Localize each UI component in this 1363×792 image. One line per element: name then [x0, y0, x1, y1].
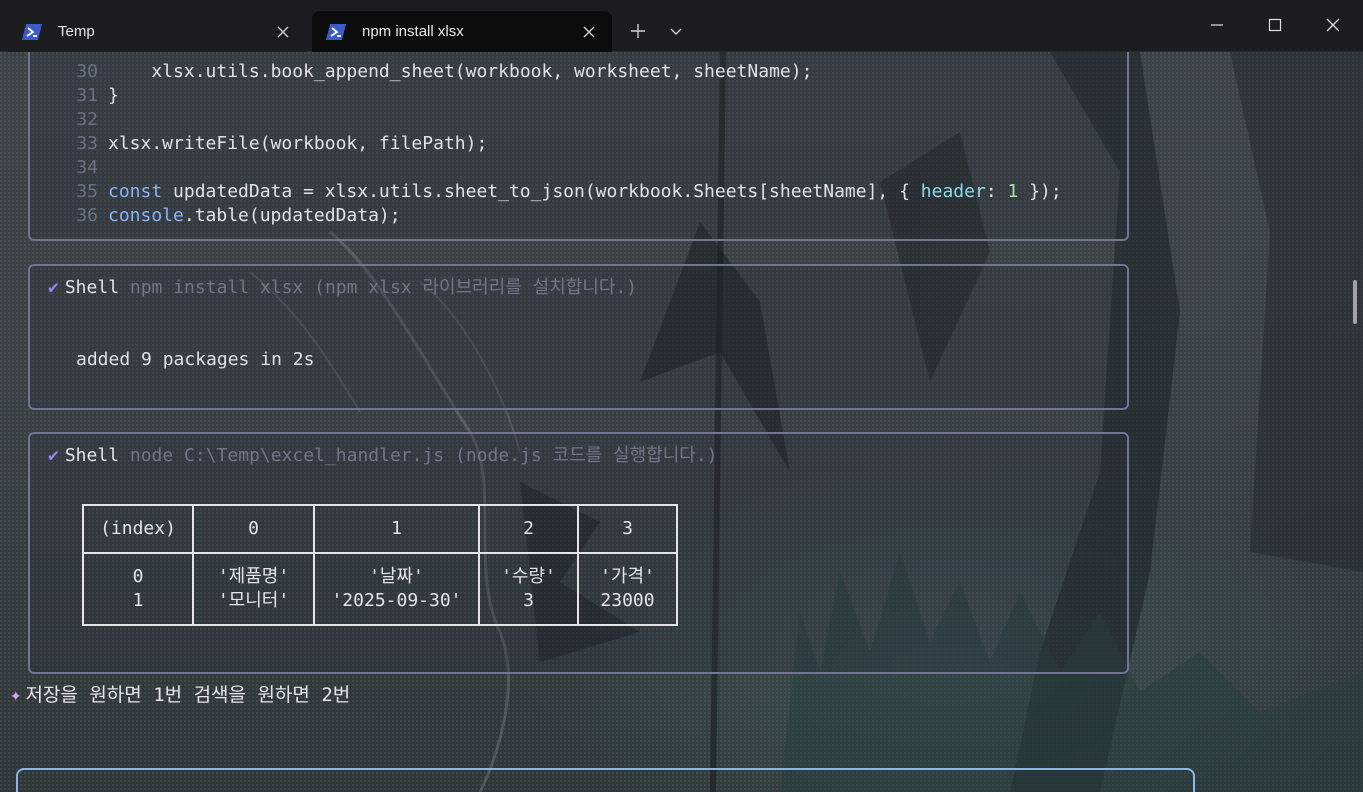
- chevron-down-icon: [670, 28, 682, 35]
- maximize-icon: [1268, 18, 1282, 32]
- code-line: 36 console.table(updatedData);: [76, 205, 401, 226]
- table-cell: '날짜' '2025-09-30': [313, 552, 480, 626]
- code-line: 35 const updatedData = xlsx.utils.sheet_t…: [76, 181, 1062, 202]
- assistant-message: ✦ 저장을 원하면 1번 검색을 원하면 2번: [10, 684, 351, 706]
- tab-label: Temp: [58, 23, 95, 40]
- table-header-row: (index) 0 1 2 3: [82, 504, 678, 554]
- powershell-icon: [22, 23, 42, 40]
- powershell-icon: [326, 23, 346, 40]
- tab-npm-install[interactable]: npm install xlsx: [312, 11, 612, 52]
- table-cell: 01: [82, 552, 194, 626]
- minimize-icon: [1211, 24, 1223, 26]
- checkmark-icon: ✔: [48, 445, 59, 466]
- close-window-button[interactable]: [1304, 0, 1362, 50]
- console-table: (index) 0 1 2 3 01 '제품명' '모니터' '날짜' '2025-…: [82, 504, 678, 626]
- shell-header: ✔ Shell npm install xlsx (npm xlsx 라이브러리를…: [48, 277, 638, 298]
- terminal-pane[interactable]: 30 xlsx.utils.book_append_sheet(workbook…: [0, 52, 1363, 792]
- code-line: 33 xlsx.writeFile(workbook, filePath);: [76, 133, 488, 154]
- code-line: 32: [76, 109, 98, 130]
- table-cell: '가격' 23000: [577, 552, 678, 626]
- shell-output-text: added 9 packages in 2s: [76, 349, 315, 370]
- table-header-cell: 0: [192, 504, 315, 554]
- table-body: 01 '제품명' '모니터' '날짜' '2025-09-30' '수량' 3 '가격…: [82, 552, 678, 626]
- code-line: 30 xlsx.utils.book_append_sheet(workbook…: [76, 61, 813, 82]
- close-icon[interactable]: [574, 17, 604, 47]
- table-cell: '제품명' '모니터': [192, 552, 315, 626]
- table-header-cell: 2: [478, 504, 579, 554]
- table-cell: '수량' 3: [478, 552, 579, 626]
- maximize-button[interactable]: [1246, 0, 1304, 50]
- tab-label: npm install xlsx: [362, 23, 464, 40]
- shell-header: ✔ Shell node C:\Temp\excel_handler.js (no…: [48, 445, 718, 466]
- tab-temp[interactable]: Temp: [8, 11, 306, 52]
- close-icon: [1326, 18, 1340, 32]
- scrollbar-thumb[interactable]: [1353, 280, 1357, 324]
- table-header-cell: (index): [82, 504, 194, 554]
- minimize-button[interactable]: [1188, 0, 1246, 50]
- plus-icon: [631, 24, 645, 38]
- tab-dropdown-button[interactable]: [658, 14, 694, 48]
- table-header-cell: 1: [313, 504, 480, 554]
- chat-input-box[interactable]: [16, 768, 1195, 792]
- code-line: 34: [76, 157, 98, 178]
- checkmark-icon: ✔: [48, 277, 59, 298]
- title-bar: Temp npm install xlsx: [0, 0, 1363, 52]
- table-header-cell: 3: [577, 504, 678, 554]
- close-icon[interactable]: [268, 17, 298, 47]
- code-line: 31}: [76, 85, 119, 106]
- sparkle-icon: ✦: [10, 684, 22, 706]
- new-tab-button[interactable]: [620, 14, 656, 48]
